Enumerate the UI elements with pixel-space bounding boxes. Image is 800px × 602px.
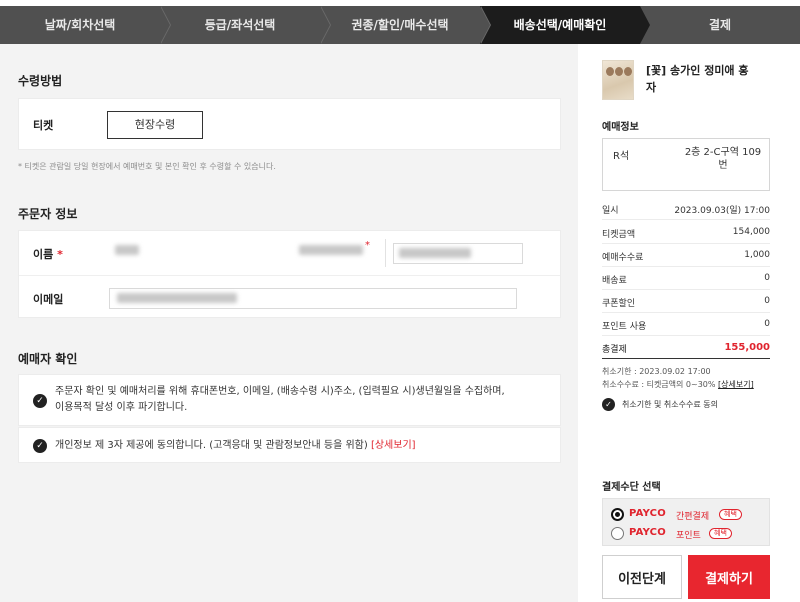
receive-title: 수령방법: [18, 74, 63, 88]
step-seat: 등급/좌석선택: [160, 6, 331, 44]
info-row-points: 포인트 사용 0: [602, 312, 770, 336]
payment-option-payco-easy[interactable]: PAYCO 간편결제 혜택: [611, 507, 761, 523]
receive-label: 티켓: [33, 119, 54, 132]
payment-option-payco-point[interactable]: PAYCO 포인트 혜택: [611, 526, 761, 542]
info-row-booking-fee: 예매수수료 1,000: [602, 243, 770, 267]
step-date: 날짜/회차선택: [0, 6, 171, 44]
cancel-deadline: 취소기한 : 2023.09.02 17:00: [602, 367, 711, 376]
step-label: 권종/할인/매수선택: [351, 18, 449, 32]
orderer-title: 주문자 정보: [18, 207, 78, 221]
phone-label-blurred: [299, 245, 363, 255]
info-row-ticket-price: 티켓금액 154,000: [602, 220, 770, 244]
payment-method-box: PAYCO 간편결제 혜택 PAYCO 포인트 혜택: [602, 498, 770, 546]
show-title: [꽃] 송가인 정미애 홍자: [646, 64, 749, 94]
cancel-fee: 취소수수료 : 티켓금액의 0~30% [상세보기]: [602, 380, 754, 389]
email-row: 이메일: [19, 275, 560, 319]
summary-panel: [꽃] 송가인 정미애 홍자 예매정보 R석 2층 2-C구역 109번 일시 2…: [588, 44, 788, 602]
step-bar: 날짜/회차선택 등급/좌석선택 권종/할인/매수선택 배송선택/예매확인 결제: [0, 6, 800, 44]
phone-required-mark: *: [365, 240, 370, 251]
pay-button[interactable]: 결제하기: [688, 555, 770, 599]
payment-kind: 간편결제: [676, 512, 710, 522]
check-circle-icon[interactable]: ✓: [33, 439, 47, 453]
receive-notice: * 티켓은 관람일 당일 현장에서 예매번호 및 본인 확인 후 수령할 수 있…: [18, 162, 276, 171]
radio-icon[interactable]: [611, 508, 624, 521]
third-party-text: 개인정보 제 3자 제공에 동의합니다. (고객응대 및 관람정보안내 등을 위…: [55, 440, 416, 451]
third-party-agreement[interactable]: ✓ 개인정보 제 3자 제공에 동의합니다. (고객응대 및 관람정보안내 등을…: [18, 427, 561, 463]
payco-logo: PAYCO: [629, 527, 666, 538]
info-row-coupon: 쿠폰할인 0: [602, 289, 770, 313]
field-divider: [385, 239, 386, 267]
step-payment: 결제: [640, 6, 800, 44]
step-label: 결제: [708, 18, 732, 32]
step-delivery: 배송선택/예매확인: [480, 6, 650, 44]
privacy-collect-agreement[interactable]: ✓ 주문자 확인 및 예매처리를 위해 휴대폰번호, 이메일, (배송수령 시)…: [18, 374, 561, 426]
payco-logo: PAYCO: [629, 508, 666, 519]
booking-info-title: 예매정보: [602, 122, 639, 133]
info-row-shipping: 배송료 0: [602, 266, 770, 290]
check-circle-icon[interactable]: ✓: [602, 398, 615, 411]
third-party-detail-link[interactable]: [상세보기]: [371, 440, 416, 451]
cancel-agree-text: 취소기한 및 취소수수료 동의: [622, 400, 718, 409]
confirm-title: 예매자 확인: [18, 352, 78, 366]
name-row: 이름 * *: [19, 231, 560, 275]
payment-kind: 포인트: [676, 531, 701, 541]
name-label: 이름 *: [33, 248, 63, 261]
seat-location: 2층 2-C구역 109번: [684, 147, 762, 171]
seat-info-box: R석 2층 2-C구역 109번: [602, 138, 770, 191]
benefit-badge: 혜택: [709, 528, 732, 539]
payment-method-title: 결제수단 선택: [602, 482, 661, 493]
radio-icon[interactable]: [611, 527, 624, 540]
email-label: 이메일: [33, 293, 64, 306]
main-panel: 수령방법 티켓 현장수령 * 티켓은 관람일 당일 현장에서 예매번호 및 본인…: [0, 44, 578, 602]
email-value-blurred: [117, 293, 237, 303]
check-circle-icon[interactable]: ✓: [33, 394, 47, 408]
benefit-badge: 혜택: [719, 509, 742, 520]
show-poster-image: [602, 60, 634, 100]
info-row-datetime: 일시 2023.09.03(일) 17:00: [602, 196, 770, 220]
orderer-box: 이름 * * 이메일: [18, 230, 561, 318]
info-row-total: 총결제 155,000: [602, 335, 770, 359]
cancel-fee-detail-link[interactable]: [상세보기]: [718, 380, 754, 389]
privacy-collect-text: 주문자 확인 및 예매처리를 위해 휴대폰번호, 이메일, (배송수령 시)주소…: [55, 386, 505, 413]
previous-step-button[interactable]: 이전단계: [602, 555, 682, 599]
seat-grade: R석: [613, 151, 630, 162]
onsite-pickup-button[interactable]: 현장수령: [107, 111, 203, 139]
step-label: 등급/좌석선택: [204, 18, 276, 32]
receive-box: 티켓 현장수령: [18, 98, 561, 150]
step-label: 날짜/회차선택: [44, 18, 116, 32]
phone-value-blurred: [399, 248, 471, 258]
step-label: 배송선택/예매확인: [513, 18, 607, 32]
name-value-blurred: [115, 245, 139, 255]
step-ticket-type: 권종/할인/매수선택: [320, 6, 491, 44]
